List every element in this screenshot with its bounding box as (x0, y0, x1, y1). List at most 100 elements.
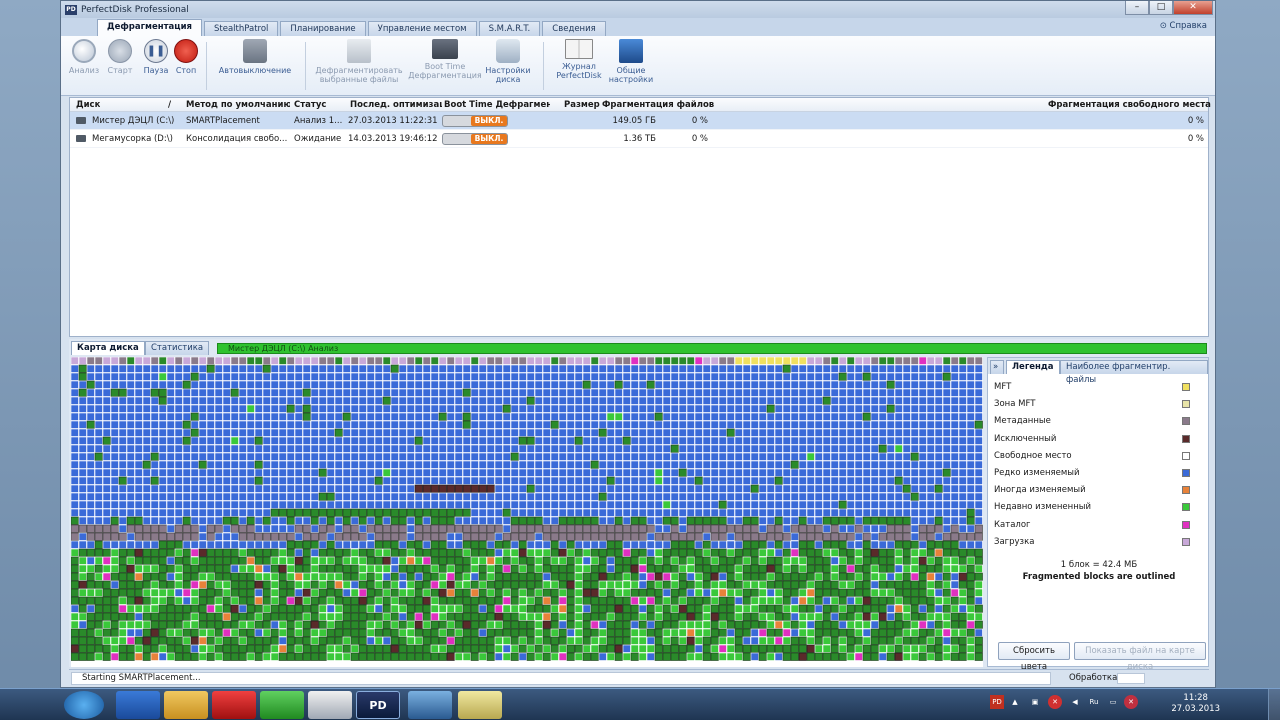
col-size[interactable]: Размер (564, 100, 600, 110)
cluster-block (966, 372, 975, 381)
cluster-block (502, 628, 511, 637)
tab-smart[interactable]: S.M.A.R.T. (478, 21, 541, 36)
language-indicator[interactable]: Ru (1086, 695, 1102, 709)
cluster-block (958, 460, 967, 469)
journal-button[interactable]: Журнал PerfectDisk (553, 39, 605, 80)
cluster-block (566, 524, 575, 533)
cluster-block (198, 548, 207, 557)
maximize-button[interactable]: □ (1149, 1, 1173, 15)
disk-cluster-map[interactable] (71, 357, 983, 667)
cluster-block (518, 588, 527, 597)
start-orb-icon[interactable] (64, 691, 104, 719)
cluster-block (310, 492, 319, 501)
legend-swatch[interactable] (1182, 469, 1190, 477)
cluster-block (974, 524, 983, 533)
network-tray-icon[interactable]: ▲ (1008, 695, 1022, 709)
clover-icon[interactable] (260, 691, 304, 719)
col-free-fragmentation[interactable]: Фрагментация свободного места (1048, 100, 1211, 110)
cluster-block (686, 556, 695, 565)
legend-swatch[interactable] (1182, 400, 1190, 409)
col-last-optimized[interactable]: Послед. оптимизац (350, 100, 442, 110)
show-file-on-map-button[interactable]: Показать файл на карте диска (1074, 642, 1206, 672)
cluster-block (102, 532, 111, 541)
legend-swatch[interactable] (1182, 537, 1190, 546)
notes-icon[interactable] (458, 691, 502, 719)
cluster-block (446, 412, 455, 421)
cluster-block (718, 652, 727, 661)
tab-defrag[interactable]: Дефрагментация (97, 19, 202, 36)
general-settings-button[interactable]: Общие настройки (605, 39, 657, 84)
cluster-block (870, 500, 879, 509)
antivirus-tray-icon[interactable]: ✕ (1124, 695, 1138, 709)
stop-button[interactable]: Стоп (171, 39, 201, 75)
tab-statistics[interactable]: Статистика (145, 341, 210, 355)
opera-icon[interactable] (212, 691, 256, 719)
cluster-block (126, 548, 135, 557)
disk-row[interactable]: Мегамусорка (D:\) Консолидация свобо... … (70, 130, 1208, 148)
tab-most-fragmented[interactable]: Наиболее фрагментир. файлы (1060, 360, 1208, 385)
cluster-block (454, 540, 463, 549)
disk-row[interactable]: Мистер ДЭЦЛ (C:\) SMARTPlacement Анализ … (70, 112, 1208, 130)
reset-colors-button[interactable]: Сбросить цвета (998, 642, 1070, 672)
explorer-folder-icon[interactable] (164, 691, 208, 719)
tab-space-management[interactable]: Управление местом (367, 21, 477, 36)
minimize-button[interactable]: – (1125, 1, 1149, 15)
cluster-block (326, 620, 335, 629)
cluster-block (766, 516, 775, 525)
pause-button[interactable]: ❚❚ Пауза (139, 39, 173, 75)
clock[interactable]: 11:28 27.03.2013 (1171, 693, 1220, 715)
cluster-block (494, 484, 503, 493)
perfectdisk-taskbar-icon[interactable]: PD (356, 691, 400, 719)
cluster-block (742, 484, 751, 493)
cluster-block (478, 580, 487, 589)
col-method[interactable]: Метод по умолчанию (186, 100, 290, 110)
disk-settings-button[interactable]: Настройки диска (483, 39, 533, 84)
legend-swatch[interactable] (1182, 434, 1190, 443)
cluster-block (526, 572, 535, 581)
defrag-selected-button[interactable]: Дефрагментировать выбранные файлы (313, 39, 405, 84)
legend-swatch[interactable] (1182, 503, 1190, 512)
boot-time-button[interactable]: Boot Time Дефрагментация (407, 39, 483, 80)
tab-disk-map[interactable]: Карта диска (71, 341, 145, 355)
tab-schedule[interactable]: Планирование (280, 21, 366, 36)
perfectdisk-tray-icon[interactable]: PD (990, 695, 1004, 709)
close-button[interactable]: ✕ (1173, 1, 1213, 15)
cluster-block (686, 444, 695, 453)
help-link[interactable]: ⊙ Справка (1160, 21, 1207, 31)
analyze-button[interactable]: Анализ (67, 39, 101, 75)
boot-time-toggle[interactable]: ВЫКЛ. (442, 115, 508, 127)
cluster-block (590, 564, 599, 573)
legend-swatch[interactable] (1182, 383, 1190, 391)
cluster-block (606, 588, 615, 597)
collapse-legend-button[interactable]: » (990, 360, 1004, 374)
col-disk[interactable]: Диск (76, 100, 100, 110)
calculator-icon[interactable] (408, 691, 452, 719)
document-icon[interactable] (308, 691, 352, 719)
tab-info[interactable]: Сведения (542, 21, 606, 36)
security-tray-icon[interactable]: ✕ (1048, 695, 1062, 709)
internet-explorer-icon[interactable] (116, 691, 160, 719)
cluster-block (726, 628, 735, 637)
col-boot-time[interactable]: Boot Time Дефрагмен (444, 100, 550, 110)
col-status[interactable]: Статус (294, 100, 326, 110)
monitor-tray-icon[interactable]: ▣ (1028, 695, 1042, 709)
boot-time-toggle[interactable]: ВЫКЛ. (442, 133, 508, 145)
legend-swatch[interactable] (1182, 486, 1190, 495)
auto-shutdown-button[interactable]: Автовыключение (217, 39, 293, 75)
legend-swatch[interactable] (1182, 451, 1190, 460)
tab-legend[interactable]: Легенда (1006, 360, 1060, 374)
cluster-block (654, 596, 663, 605)
legend-swatch[interactable] (1182, 520, 1190, 529)
show-desktop-button[interactable] (1268, 689, 1280, 720)
cluster-block (374, 508, 383, 517)
col-file-fragmentation[interactable]: Фрагментация файлов (602, 100, 714, 110)
cluster-block (822, 604, 831, 613)
tab-stealthpatrol[interactable]: StealthPatrol (204, 21, 279, 36)
display-tray-icon[interactable]: ▭ (1106, 695, 1120, 709)
cluster-block (958, 476, 967, 485)
cluster-block (806, 380, 815, 389)
start-button[interactable]: Старт (103, 39, 137, 75)
volume-tray-icon[interactable]: ◀ (1068, 695, 1082, 709)
legend-swatch[interactable] (1182, 417, 1190, 426)
cluster-block (854, 636, 863, 645)
